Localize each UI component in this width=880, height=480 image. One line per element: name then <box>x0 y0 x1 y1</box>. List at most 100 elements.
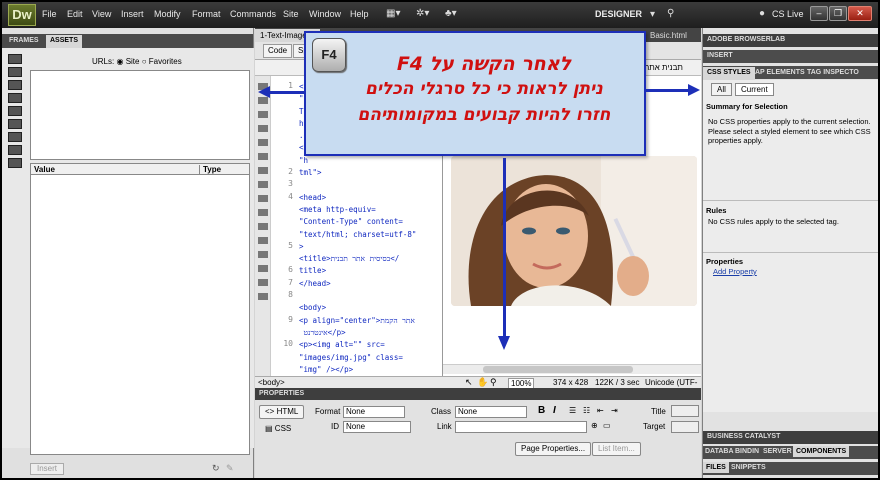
remove-comment-icon[interactable] <box>258 209 268 216</box>
code-line[interactable]: <meta http-equiv= <box>299 204 439 216</box>
menu-edit[interactable]: Edit <box>67 9 83 19</box>
code-line[interactable]: <head> <box>299 192 439 204</box>
title-field[interactable] <box>671 405 699 417</box>
scrollbar-thumb[interactable] <box>483 366 633 373</box>
properties-header[interactable]: PROPERTIES <box>255 388 701 400</box>
code-line[interactable]: title> <box>299 265 439 277</box>
tab-files[interactable]: FILES <box>703 462 729 473</box>
link-select[interactable] <box>455 421 587 433</box>
column-value[interactable]: Value <box>34 165 55 174</box>
code-line[interactable]: "h <box>299 155 439 167</box>
scripts-icon[interactable] <box>8 132 22 142</box>
move-css-icon[interactable] <box>258 251 268 258</box>
menu-window[interactable]: Window <box>309 9 341 19</box>
cs-live-icon[interactable]: ● <box>759 8 765 19</box>
search-icon[interactable]: ⚲ <box>667 8 674 19</box>
shockwave-icon[interactable] <box>8 106 22 116</box>
tab-assets[interactable]: ASSETS <box>46 35 83 48</box>
point-to-file-icon[interactable]: ⊕ <box>591 421 598 430</box>
indent-icon[interactable] <box>258 265 268 272</box>
menu-file[interactable]: File <box>42 9 57 19</box>
edit-icon[interactable]: ✎ <box>226 463 234 474</box>
code-line[interactable] <box>299 290 439 302</box>
expand-all-icon[interactable] <box>258 111 268 118</box>
line-numbers-icon[interactable] <box>258 153 268 160</box>
flash-icon[interactable] <box>8 93 22 103</box>
all-mode-button[interactable]: All <box>711 83 732 96</box>
balance-braces-icon[interactable] <box>258 139 268 146</box>
code-line[interactable]: "images/img.jpg" class= <box>299 352 439 364</box>
business-catalyst-header[interactable]: BUSINESS CATALYST <box>703 431 878 444</box>
code-line[interactable]: <p><img alt="" src= <box>299 339 439 351</box>
gear-icon[interactable]: ✲▾ <box>416 8 429 19</box>
html-mode-button[interactable]: <> HTML <box>259 405 305 419</box>
format-source-icon[interactable] <box>258 293 268 300</box>
code-line[interactable]: > <box>299 241 439 253</box>
bold-button[interactable]: B <box>538 405 545 416</box>
code-line[interactable]: tml"> <box>299 167 439 179</box>
css-mode-button[interactable]: ▤ CSS <box>265 424 291 433</box>
site-icon[interactable]: ♣▾ <box>445 8 457 19</box>
format-select[interactable]: None <box>343 406 405 418</box>
unordered-list-icon[interactable]: ☰ <box>569 406 576 415</box>
code-line[interactable]: "img" /></p> <box>299 364 439 376</box>
workspace-switcher[interactable]: DESIGNER <box>595 9 642 19</box>
tab-components[interactable]: COMPONENTS <box>793 446 850 457</box>
close-button[interactable]: ✕ <box>848 6 872 21</box>
browse-folder-icon[interactable]: ▭ <box>603 421 611 430</box>
id-select[interactable]: None <box>343 421 411 433</box>
highlight-invalid-icon[interactable] <box>258 167 268 174</box>
tab-css-styles[interactable]: CSS STYLES <box>703 67 755 80</box>
code-line[interactable]: <body> <box>299 302 439 314</box>
menu-modify[interactable]: Modify <box>154 9 181 19</box>
site-radio-label[interactable]: Site <box>126 57 140 66</box>
menu-site[interactable]: Site <box>283 9 299 19</box>
code-line[interactable]: "Content-Type" content= <box>299 216 439 228</box>
hand-tool-icon[interactable]: ✋ <box>477 377 488 388</box>
images-icon[interactable] <box>8 54 22 64</box>
code-line[interactable]: </head> <box>299 278 439 290</box>
favorites-radio[interactable]: ○ <box>142 57 147 66</box>
code-line[interactable]: אינטרנט</p> <box>299 327 439 339</box>
column-type[interactable]: Type <box>199 165 221 174</box>
wrap-tag-icon[interactable] <box>258 223 268 230</box>
collapse-tag-icon[interactable] <box>258 97 268 104</box>
site-radio[interactable]: ◉ <box>116 57 123 66</box>
source-tab[interactable]: Basic.html <box>645 29 692 42</box>
tab-bindings[interactable]: BINDIN <box>735 448 759 455</box>
insert-button[interactable]: Insert <box>30 463 64 475</box>
browserlab-header[interactable]: ADOBE BROWSERLAB <box>703 34 878 47</box>
italic-button[interactable]: I <box>553 405 556 416</box>
menu-commands[interactable]: Commands <box>230 9 276 19</box>
tab-server[interactable]: SERVER <box>763 448 792 455</box>
select-parent-icon[interactable] <box>258 125 268 132</box>
outdent-text-icon[interactable]: ⇤ <box>597 406 604 415</box>
ordered-list-icon[interactable]: ☷ <box>583 406 590 415</box>
syntax-error-icon[interactable] <box>258 181 268 188</box>
select-tool-icon[interactable]: ↖ <box>465 377 473 388</box>
code-line[interactable]: "text/html; charset=utf-8" <box>299 229 439 241</box>
menu-format[interactable]: Format <box>192 9 221 19</box>
zoom-tool-icon[interactable]: ⚲ <box>490 377 497 388</box>
target-select[interactable] <box>671 421 699 433</box>
minimize-button[interactable]: – <box>810 6 828 21</box>
outdent-icon[interactable] <box>258 279 268 286</box>
tab-tag-inspector[interactable]: TAG INSPECTO <box>803 67 863 80</box>
tag-selector[interactable]: <body> <box>258 378 285 387</box>
layout-icon[interactable]: ▦▾ <box>386 8 400 19</box>
apply-comment-icon[interactable] <box>258 195 268 202</box>
code-line[interactable]: <title>בסיסית אתר תבנית</ <box>299 253 439 265</box>
menu-view[interactable]: View <box>92 9 111 19</box>
tab-databases[interactable]: DATABA <box>705 448 734 455</box>
horizontal-scrollbar[interactable] <box>443 364 701 374</box>
chevron-down-icon[interactable]: ▾ <box>650 9 655 20</box>
recent-snippets-icon[interactable] <box>258 237 268 244</box>
refresh-icon[interactable]: ↻ <box>212 463 220 474</box>
asset-list[interactable] <box>30 175 250 455</box>
urls-icon[interactable] <box>8 80 22 90</box>
window-size[interactable]: 374 x 428 <box>553 378 588 387</box>
favorites-radio-label[interactable]: Favorites <box>149 57 182 66</box>
add-property-link[interactable]: Add Property <box>713 267 878 277</box>
page-properties-button[interactable]: Page Properties... <box>515 442 592 456</box>
code-view-button[interactable]: Code <box>263 44 293 58</box>
